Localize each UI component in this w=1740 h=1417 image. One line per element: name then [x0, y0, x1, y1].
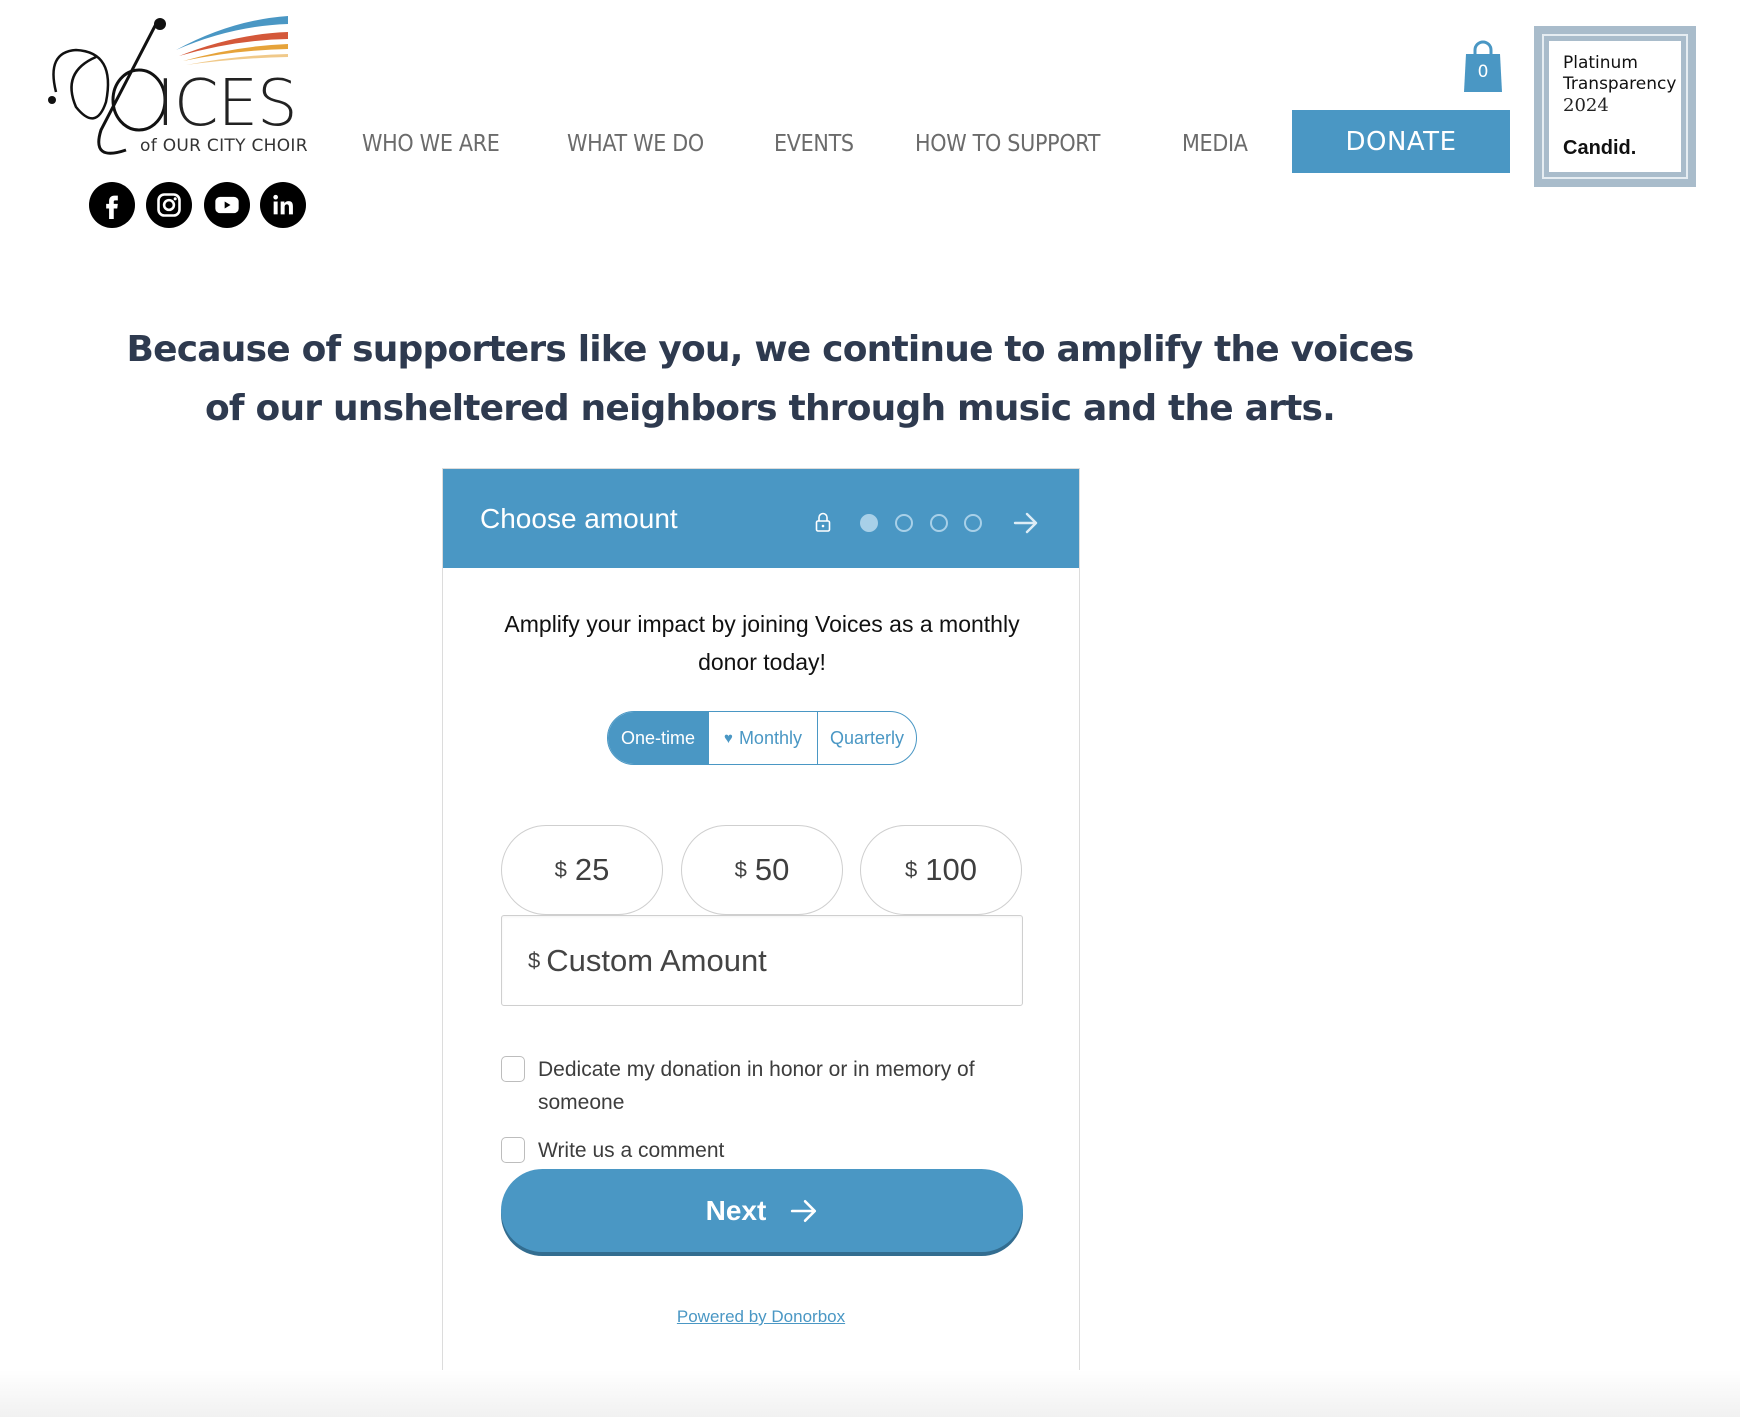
nav-events[interactable]: EVENTS — [774, 128, 854, 160]
amount-value: 100 — [925, 852, 977, 887]
logo-wordmark: ICES — [156, 67, 298, 141]
next-button[interactable]: Next — [501, 1169, 1023, 1252]
nav-media[interactable]: MEDIA — [1182, 128, 1248, 160]
candid-transparency-badge[interactable]: Platinum Transparency 2024 Candid. — [1534, 26, 1696, 187]
frequency-quarterly-label: Quarterly — [829, 727, 905, 748]
donation-form: Choose amount Amplify your impact by joi… — [442, 468, 1080, 1386]
dedicate-checkbox[interactable] — [501, 1056, 525, 1082]
cart-count: 0 — [1477, 62, 1489, 82]
badge-frame: Platinum Transparency 2024 Candid. — [1542, 34, 1688, 179]
donate-button[interactable]: DONATE — [1292, 110, 1510, 173]
linkedin-link[interactable] — [260, 182, 306, 228]
site-logo[interactable]: ICES of OUR CITY CHOIR — [46, 12, 326, 164]
form-title: Choose amount — [480, 503, 678, 534]
custom-amount-input[interactable]: $ Custom Amount — [501, 915, 1023, 1006]
amount-option-50[interactable]: $ 50 — [681, 825, 843, 915]
badge-year: 2024 — [1563, 95, 1609, 116]
dedicate-donation-option[interactable]: Dedicate my donation in honor or in memo… — [501, 1053, 1008, 1119]
amount-option-25[interactable]: $ 25 — [501, 825, 663, 915]
arrow-right-icon[interactable] — [1013, 510, 1039, 536]
step-indicator-1 — [860, 514, 878, 532]
powered-by: Powered by Donorbox — [443, 1307, 1079, 1327]
nav-how-to-support[interactable]: HOW TO SUPPORT — [915, 128, 1100, 160]
next-label: Next — [705, 1194, 767, 1226]
badge-body: Platinum Transparency 2024 Candid. — [1549, 41, 1681, 172]
cart-button[interactable]: 0 — [1462, 40, 1504, 94]
frequency-toggle: One-time ♥ Monthly Quarterly — [607, 711, 917, 765]
amount-value: 50 — [754, 852, 790, 887]
step-indicator-3 — [930, 514, 948, 532]
dedicate-label: Dedicate my donation in honor or in memo… — [538, 1058, 975, 1114]
logo-subtitle: of OUR CITY CHOIR — [140, 136, 308, 156]
frequency-one-time[interactable]: One-time — [608, 712, 708, 764]
page-headline: Because of supporters like you, we conti… — [100, 320, 1440, 438]
custom-amount-placeholder: Custom Amount — [546, 942, 767, 978]
youtube-link[interactable] — [204, 182, 250, 228]
amount-option-100[interactable]: $ 100 — [860, 825, 1022, 915]
headline-line-1: Because of supporters like you, we conti… — [126, 329, 1414, 370]
step-indicator-4 — [964, 514, 982, 532]
page-bottom-fade — [0, 1370, 1740, 1417]
frequency-quarterly[interactable]: Quarterly — [817, 712, 916, 764]
amount-value: 25 — [574, 852, 610, 887]
nav-who-we-are[interactable]: WHO WE ARE — [362, 128, 500, 160]
donorbox-link[interactable]: Powered by Donorbox — [677, 1307, 845, 1326]
facebook-link[interactable] — [89, 182, 135, 228]
comment-checkbox[interactable] — [501, 1137, 525, 1163]
frequency-monthly-label: Monthly — [738, 727, 802, 748]
youtube-icon — [215, 196, 239, 214]
form-header: Choose amount — [443, 469, 1079, 568]
comment-label: Write us a comment — [538, 1139, 725, 1162]
instagram-link[interactable] — [146, 182, 192, 228]
frequency-monthly[interactable]: ♥ Monthly — [708, 712, 817, 764]
currency-symbol: $ — [554, 857, 567, 882]
step-indicator-2 — [895, 514, 913, 532]
lock-icon — [815, 512, 831, 532]
badge-brand: Candid. — [1563, 137, 1637, 159]
currency-symbol: $ — [734, 857, 747, 882]
facebook-icon — [106, 195, 118, 219]
currency-symbol: $ — [528, 947, 541, 973]
frequency-one-time-label: One-time — [620, 727, 696, 748]
heart-icon: ♥ — [724, 729, 733, 747]
instagram-icon — [157, 193, 181, 217]
nav-what-we-do[interactable]: WHAT WE DO — [567, 128, 704, 160]
form-intro-text: Amplify your impact by joining Voices as… — [504, 611, 1020, 675]
badge-line-1: Platinum — [1563, 53, 1638, 73]
badge-line-2: Transparency — [1563, 74, 1677, 94]
comment-option[interactable]: Write us a comment — [501, 1134, 1008, 1167]
linkedin-icon — [273, 194, 293, 215]
currency-symbol: $ — [905, 857, 918, 882]
headline-line-2: of our unsheltered neighbors through mus… — [205, 388, 1336, 429]
arrow-right-icon — [791, 1199, 817, 1222]
